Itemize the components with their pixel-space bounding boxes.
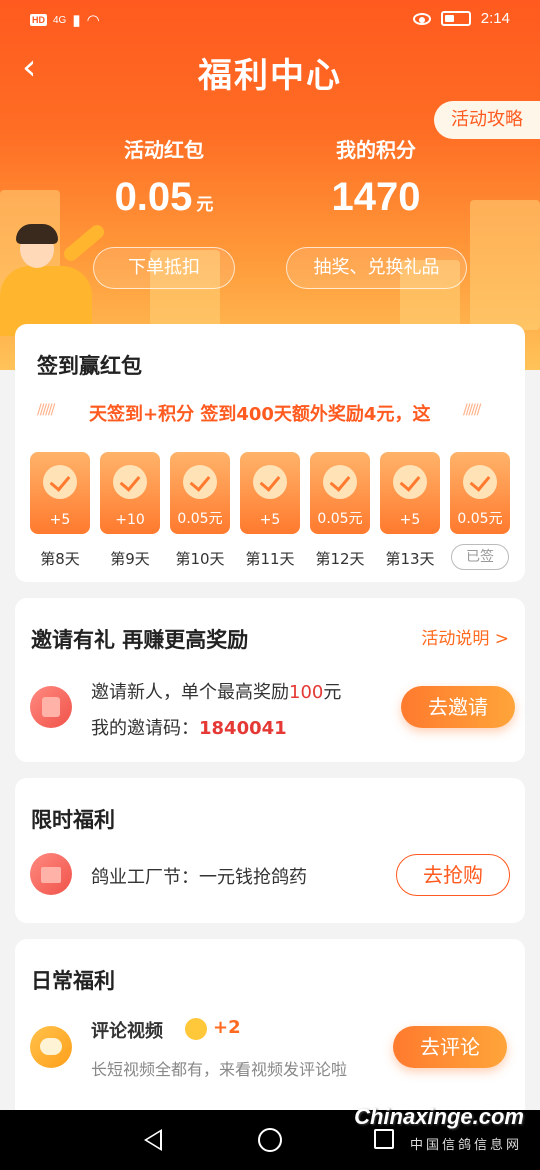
check-icon	[113, 465, 147, 499]
invite-button[interactable]: 去邀请	[401, 686, 515, 728]
daily-title: 日常福利	[31, 969, 115, 993]
limited-card: 限时福利 鸽业工厂节：一元钱抢鸽药 去抢购	[15, 778, 525, 923]
invite-desc: 邀请新人，单个最高奖励100元	[91, 678, 341, 704]
clock: 2:14	[480, 10, 510, 27]
comment-button[interactable]: 去评论	[393, 1026, 507, 1068]
invite-desc-prefix: 邀请新人，单个最高奖励	[91, 682, 289, 703]
invite-code: 1840041	[199, 718, 287, 739]
watermark-sub: 中国信鸽信息网	[409, 1138, 522, 1153]
checkin-day-tile: +5	[240, 452, 300, 534]
red-packet-value: 0.05	[114, 175, 193, 219]
daily-item-desc: 长短视频全都有，来看视频发评论啦	[91, 1060, 348, 1079]
points-stat: 我的积分 1470	[276, 134, 476, 220]
comment-icon	[30, 1026, 72, 1068]
day-label: 第11天	[245, 550, 295, 568]
invite-desc-suffix: 元	[323, 682, 342, 703]
status-bar: HD 4G ▮ ◠ 2:14	[0, 0, 540, 40]
hd-icon: HD	[30, 14, 47, 26]
checkin-day-tile: +10	[100, 452, 160, 534]
day-reward: +5	[399, 512, 421, 528]
checkin-day-tile: +5	[30, 452, 90, 534]
check-icon	[183, 465, 217, 499]
day-label: 第13天	[385, 550, 435, 568]
daily-item-points: +2	[213, 1017, 241, 1038]
points-label: 我的积分	[336, 138, 416, 162]
day-reward: 0.05元	[317, 511, 363, 527]
invite-title: 邀请有礼 再赚更高奖励	[31, 628, 249, 652]
nav-recent-icon[interactable]	[374, 1129, 394, 1149]
rules-link[interactable]: 活动说明 >	[421, 624, 509, 649]
invite-card: 邀请有礼 再赚更高奖励 活动说明 > 邀请新人，单个最高奖励100元 我的邀请码…	[15, 598, 525, 762]
check-icon	[253, 465, 287, 499]
check-icon	[43, 465, 77, 499]
check-icon	[323, 465, 357, 499]
battery-icon	[440, 11, 471, 26]
day-label: 第8天	[40, 550, 80, 568]
eye-icon	[412, 12, 431, 25]
ticker-text: 天签到+积分 签到400天额外奖励4元，这	[89, 404, 431, 425]
day-label: 第12天	[315, 550, 365, 568]
deduct-button[interactable]: 下单抵扣	[93, 247, 235, 289]
nav-home-icon[interactable]	[258, 1128, 282, 1152]
limited-title: 限时福利	[31, 808, 115, 832]
day-label: 第10天	[175, 550, 225, 568]
day-reward: +5	[259, 512, 281, 528]
red-packet-stat: 活动红包 0.05 元	[64, 134, 264, 220]
mascot-hair	[16, 224, 58, 244]
redeem-button[interactable]: 抽奖、兑换礼品	[286, 247, 467, 289]
day-reward: 0.05元	[457, 511, 503, 527]
building-decoration	[470, 200, 540, 330]
signal-icon: ▮	[72, 12, 81, 29]
red-packet-unit: 元	[196, 195, 214, 214]
red-packet-label: 活动红包	[124, 138, 204, 162]
watermark: Chinaxinge.com	[354, 1104, 524, 1129]
daily-item-title: 评论视频	[91, 1021, 163, 1042]
checkin-day-tile: 0.05元	[170, 452, 230, 534]
points-value: 1470	[331, 175, 421, 219]
limited-item-text: 鸽业工厂节：一元钱抢鸽药	[91, 867, 307, 888]
invite-code-row: 我的邀请码：1840041	[91, 714, 287, 740]
network-label: 4G	[53, 14, 67, 26]
checkin-title: 签到赢红包	[37, 354, 142, 378]
daily-card: 日常福利 评论视频 +2 长短视频全都有，来看视频发评论啦 去评论	[15, 939, 525, 1129]
wifi-icon: ◠	[86, 12, 100, 29]
stripe-decoration: //////	[37, 402, 55, 418]
coin-icon	[185, 1018, 207, 1040]
buy-button[interactable]: 去抢购	[396, 854, 510, 896]
day-reward: +10	[115, 512, 145, 528]
gift-icon	[30, 853, 72, 895]
red-envelope-icon	[30, 686, 72, 728]
nav-back-icon[interactable]	[144, 1129, 162, 1151]
stripe-decoration: //////	[463, 402, 481, 418]
check-icon	[463, 465, 497, 499]
checkin-card: 签到赢红包 ////// 天签到+积分 签到400天额外奖励4元，这 /////…	[15, 324, 525, 582]
day-reward: +5	[49, 512, 71, 528]
checkin-day-tile: +5	[380, 452, 440, 534]
invite-desc-amount: 100	[289, 682, 324, 703]
signed-badge: 已签	[451, 544, 509, 570]
check-icon	[393, 465, 427, 499]
checkin-day-tile: 0.05元	[310, 452, 370, 534]
checkin-ticker: ////// 天签到+积分 签到400天额外奖励4元，这 //////	[37, 400, 503, 430]
page-title: 福利中心	[198, 56, 342, 96]
checkin-day-tile: 0.05元	[450, 452, 510, 534]
day-reward: 0.05元	[177, 511, 223, 527]
day-label: 第9天	[110, 550, 150, 568]
invite-code-label: 我的邀请码：	[91, 718, 199, 739]
